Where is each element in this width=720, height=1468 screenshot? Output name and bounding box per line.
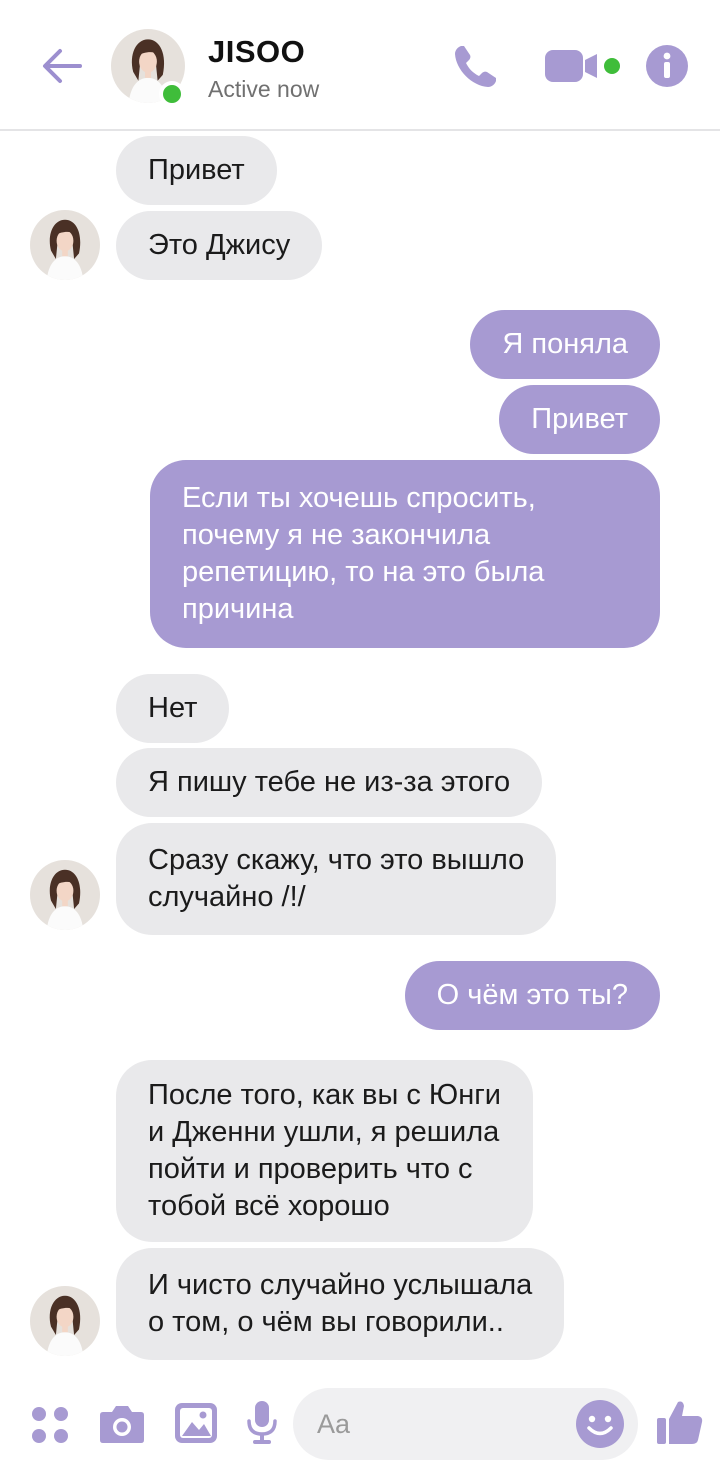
sender-avatar[interactable] [30, 860, 100, 930]
back-arrow-icon[interactable] [38, 44, 86, 88]
message-line: репетицию, то на это была [182, 556, 545, 588]
avatar [30, 210, 100, 280]
phone-icon[interactable] [450, 40, 502, 92]
message-line: причина [182, 593, 294, 625]
message-line: Если ты хочешь спросить, [182, 482, 536, 514]
apps-grid-icon[interactable] [30, 1405, 70, 1445]
emoji-icon[interactable] [575, 1399, 625, 1449]
message-input-container [293, 1388, 638, 1460]
message-line: почему я не закончила [182, 519, 491, 551]
sender-avatar[interactable] [30, 1286, 100, 1356]
sender-avatar[interactable] [30, 210, 100, 280]
chat-header: JISOO Active now [0, 0, 720, 131]
message-input[interactable] [317, 1406, 567, 1442]
message-bubble-incoming[interactable]: И чисто случайно услышала о том, о чём в… [116, 1248, 565, 1360]
microphone-icon[interactable] [246, 1400, 278, 1446]
message-bubble-outgoing[interactable]: О чём это ты? [404, 961, 660, 1030]
avatar [30, 860, 100, 930]
message-line: пойти и проверить что с [148, 1153, 473, 1185]
message-bubble-incoming[interactable]: Привет [116, 136, 277, 205]
message-line: И чисто случайно услышала [148, 1269, 533, 1301]
video-camera-icon[interactable] [543, 46, 623, 86]
contact-status: Active now [208, 76, 320, 102]
message-bubble-outgoing[interactable]: Я поняла [470, 310, 660, 379]
message-composer [0, 1380, 720, 1468]
online-indicator [159, 81, 185, 107]
message-bubble-incoming[interactable]: После того, как вы с Юнги и Дженни ушли,… [116, 1060, 533, 1242]
message-bubble-outgoing[interactable]: Если ты хочешь спросить, почему я не зак… [150, 460, 660, 648]
message-line: о том, о чём вы говорили.. [148, 1306, 504, 1338]
thumbs-up-icon[interactable] [656, 1398, 704, 1446]
message-line: случайно /!/ [148, 881, 306, 913]
avatar [30, 1286, 100, 1356]
message-bubble-incoming[interactable]: Сразу скажу, что это вышло случайно /!/ [116, 823, 557, 935]
message-line: и Дженни ушли, я решила [148, 1116, 500, 1148]
message-line: тобой всё хорошо [148, 1190, 390, 1222]
message-line: После того, как вы с Юнги [148, 1079, 501, 1111]
message-bubble-outgoing[interactable]: Привет [499, 385, 660, 454]
camera-icon[interactable] [99, 1402, 145, 1444]
message-bubble-incoming[interactable]: Нет [116, 674, 230, 743]
contact-name[interactable]: JISOO [208, 34, 305, 70]
message-bubble-incoming[interactable]: Это Джису [116, 211, 323, 280]
message-bubble-incoming[interactable]: Я пишу тебе не из-за этого [116, 748, 543, 817]
contact-avatar[interactable] [111, 29, 185, 107]
message-line: Сразу скажу, что это вышло [148, 844, 525, 876]
gallery-icon[interactable] [174, 1402, 218, 1444]
info-icon[interactable] [645, 44, 689, 88]
